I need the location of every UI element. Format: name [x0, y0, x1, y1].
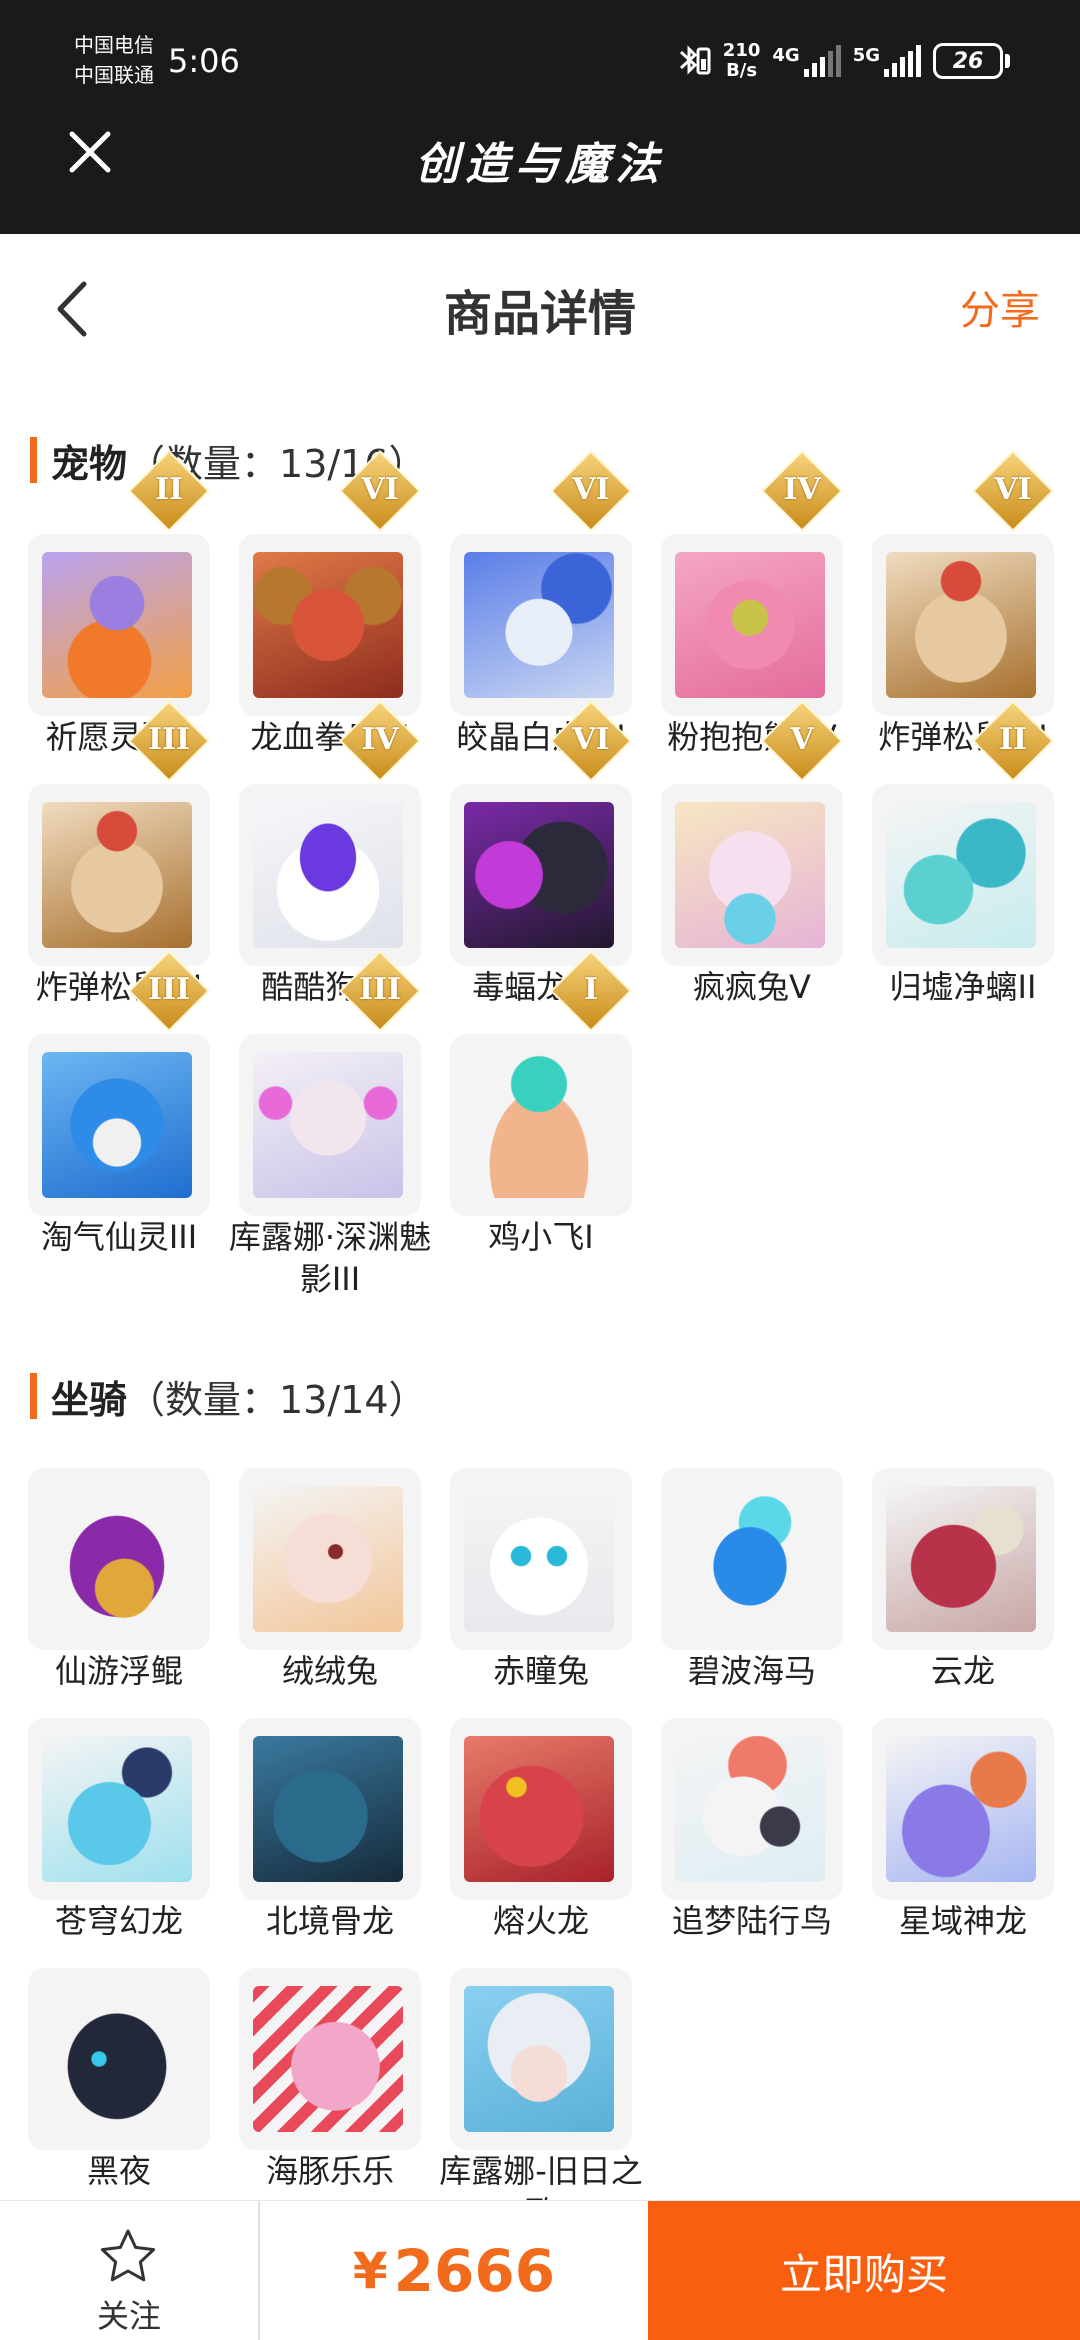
- rank-numeral: I: [583, 972, 599, 1007]
- carrier-info: 中国电信 中国联通: [74, 30, 154, 90]
- pet-image: [464, 1052, 614, 1198]
- app-title: 创造与魔法: [415, 139, 665, 190]
- mount-label: 仙游浮鲲: [54, 1652, 183, 1690]
- signal-4g: 4G: [772, 45, 841, 77]
- section-accent-bar: [30, 437, 37, 483]
- pet-image: [675, 552, 825, 698]
- mount-label: 苍穹幻龙: [54, 1902, 183, 1940]
- net-5g-label: 5G: [852, 45, 880, 66]
- signal-icon: [884, 45, 921, 77]
- rank-numeral: VI: [361, 472, 399, 507]
- mount-label: 追梦陆行鸟: [671, 1902, 832, 1940]
- status-icons: 210 B/s 4G 5G 26: [677, 38, 1010, 84]
- rank-numeral: III: [358, 972, 402, 1007]
- rank-numeral: II: [998, 722, 1028, 757]
- buy-now-button[interactable]: 立即购买: [648, 2201, 1080, 2340]
- pet-image: [42, 802, 192, 948]
- mount-image: [42, 1486, 192, 1632]
- pet-image: [886, 802, 1036, 948]
- battery-icon: 26: [933, 43, 1010, 79]
- rank-numeral: II: [154, 472, 184, 507]
- mount-image: [42, 1986, 192, 2132]
- rank-numeral: VI: [572, 722, 610, 757]
- share-button[interactable]: 分享: [960, 278, 1040, 336]
- section-name: 宠物: [51, 441, 128, 486]
- mount-label: 绒绒兔: [281, 1652, 378, 1690]
- pet-label: 归墟净螭II: [889, 968, 1037, 1006]
- pet-image: [675, 802, 825, 948]
- pet-label: 淘气仙灵III: [40, 1218, 198, 1256]
- speed-value: 210: [722, 40, 761, 61]
- battery-level: 26: [933, 43, 1003, 79]
- mount-image: [675, 1736, 825, 1882]
- status-time: 5:06: [168, 42, 240, 80]
- price-display: ¥ 2666: [260, 2201, 648, 2340]
- pet-image: [253, 552, 403, 698]
- mount-image: [42, 1736, 192, 1882]
- price-amount: 2666: [393, 2237, 556, 2305]
- mount-image: [253, 1986, 403, 2132]
- mount-image: [464, 1736, 614, 1882]
- section-accent-bar: [30, 1373, 37, 1419]
- mount-label: 星域神龙: [898, 1902, 1027, 1940]
- top-bar: 中国电信 中国联通 5:06 210 B/s 4G 5G 26 创造与魔法: [0, 0, 1080, 234]
- mount-label: 碧波海马: [687, 1652, 816, 1690]
- rank-numeral: VI: [994, 472, 1032, 507]
- rank-numeral: III: [147, 722, 191, 757]
- page-title: 商品详情: [443, 286, 636, 342]
- section-name: 坐骑: [51, 1377, 128, 1422]
- mount-image: [464, 1486, 614, 1632]
- star-icon: [100, 2229, 156, 2282]
- rank-numeral: VI: [572, 472, 610, 507]
- pet-label: 鸡小飞I: [488, 1218, 594, 1256]
- mount-label: 赤瞳兔: [492, 1652, 589, 1690]
- rank-numeral: V: [790, 722, 814, 757]
- pet-image: [42, 552, 192, 698]
- mount-label: 海豚乐乐: [265, 2152, 394, 2190]
- pet-label: 库露娜·深渊魅影III: [228, 1218, 432, 1298]
- pet-image: [464, 802, 614, 948]
- bottom-action-bar: 关注 ¥ 2666 立即购买: [0, 2200, 1080, 2340]
- page-header: 商品详情 分享: [0, 234, 1080, 374]
- pet-label: 疯疯兔V: [693, 968, 811, 1006]
- pet-image: [42, 1052, 192, 1198]
- section-count: （数量：13/14）: [127, 1377, 427, 1422]
- mount-label: 云龙: [930, 1652, 995, 1690]
- currency-symbol: ¥: [352, 2242, 388, 2300]
- mounts-section-title: 坐骑 （数量：13/14）: [30, 1372, 427, 1422]
- carrier-2: 中国联通: [74, 63, 154, 87]
- mount-image: [253, 1736, 403, 1882]
- signal-icon: [803, 45, 841, 77]
- carrier-1: 中国电信: [74, 33, 154, 57]
- mount-label: 黑夜: [86, 2152, 151, 2190]
- bluetooth-icon: [679, 45, 711, 75]
- rank-numeral: IV: [361, 722, 399, 757]
- follow-label: 关注: [96, 2297, 161, 2335]
- mount-image: [464, 1986, 614, 2132]
- mount-image: [886, 1486, 1036, 1632]
- pet-image: [464, 552, 614, 698]
- mount-image: [886, 1736, 1036, 1882]
- pet-image: [253, 802, 403, 948]
- pet-image: [886, 552, 1036, 698]
- follow-button[interactable]: 关注: [0, 2201, 258, 2340]
- network-speed: 210 B/s: [723, 41, 761, 81]
- mount-image: [253, 1486, 403, 1632]
- rank-numeral: IV: [783, 472, 821, 507]
- net-4g-label: 4G: [772, 45, 800, 66]
- rank-numeral: III: [147, 972, 191, 1007]
- speed-unit: B/s: [726, 60, 758, 81]
- pet-image: [253, 1052, 403, 1198]
- mount-label: 北境骨龙: [265, 1902, 394, 1940]
- mount-label: 熔火龙: [492, 1902, 589, 1940]
- signal-5g: 5G: [853, 45, 921, 77]
- mount-image: [675, 1486, 825, 1632]
